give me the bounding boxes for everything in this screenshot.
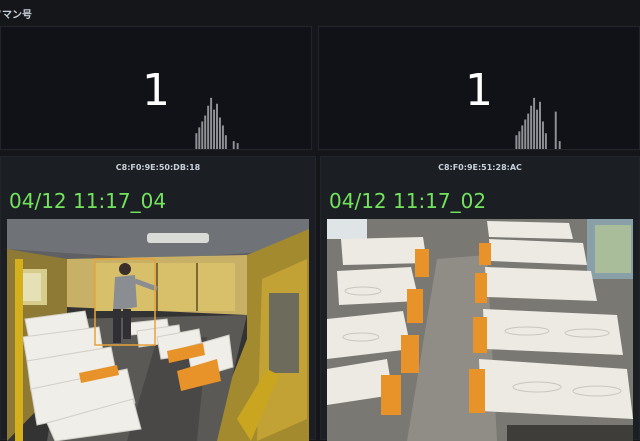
stat-panel-left: 1	[0, 26, 312, 150]
camera-panel-right: C8:F0:9E:51:28:AC 04/12 11:17_02	[320, 156, 640, 441]
camera-timestamp: 04/12 11:17_04	[9, 189, 167, 213]
stat-value: 1	[142, 65, 170, 116]
stat-panel-right: 1	[318, 26, 640, 150]
stat-value: 1	[465, 65, 493, 116]
camera-mac-address: C8:F0:9E:50:DB:18	[115, 163, 201, 172]
camera-mac-address: C8:F0:9E:51:28:AC	[438, 163, 522, 172]
page-title: ソマン号	[0, 10, 32, 21]
camera-image-left[interactable]	[7, 219, 309, 441]
camera-panel-left: C8:F0:9E:50:DB:18 04/12 11:17_04	[0, 156, 316, 441]
camera-image-right[interactable]	[327, 219, 633, 441]
camera-timestamp: 04/12 11:17_02	[329, 189, 487, 213]
